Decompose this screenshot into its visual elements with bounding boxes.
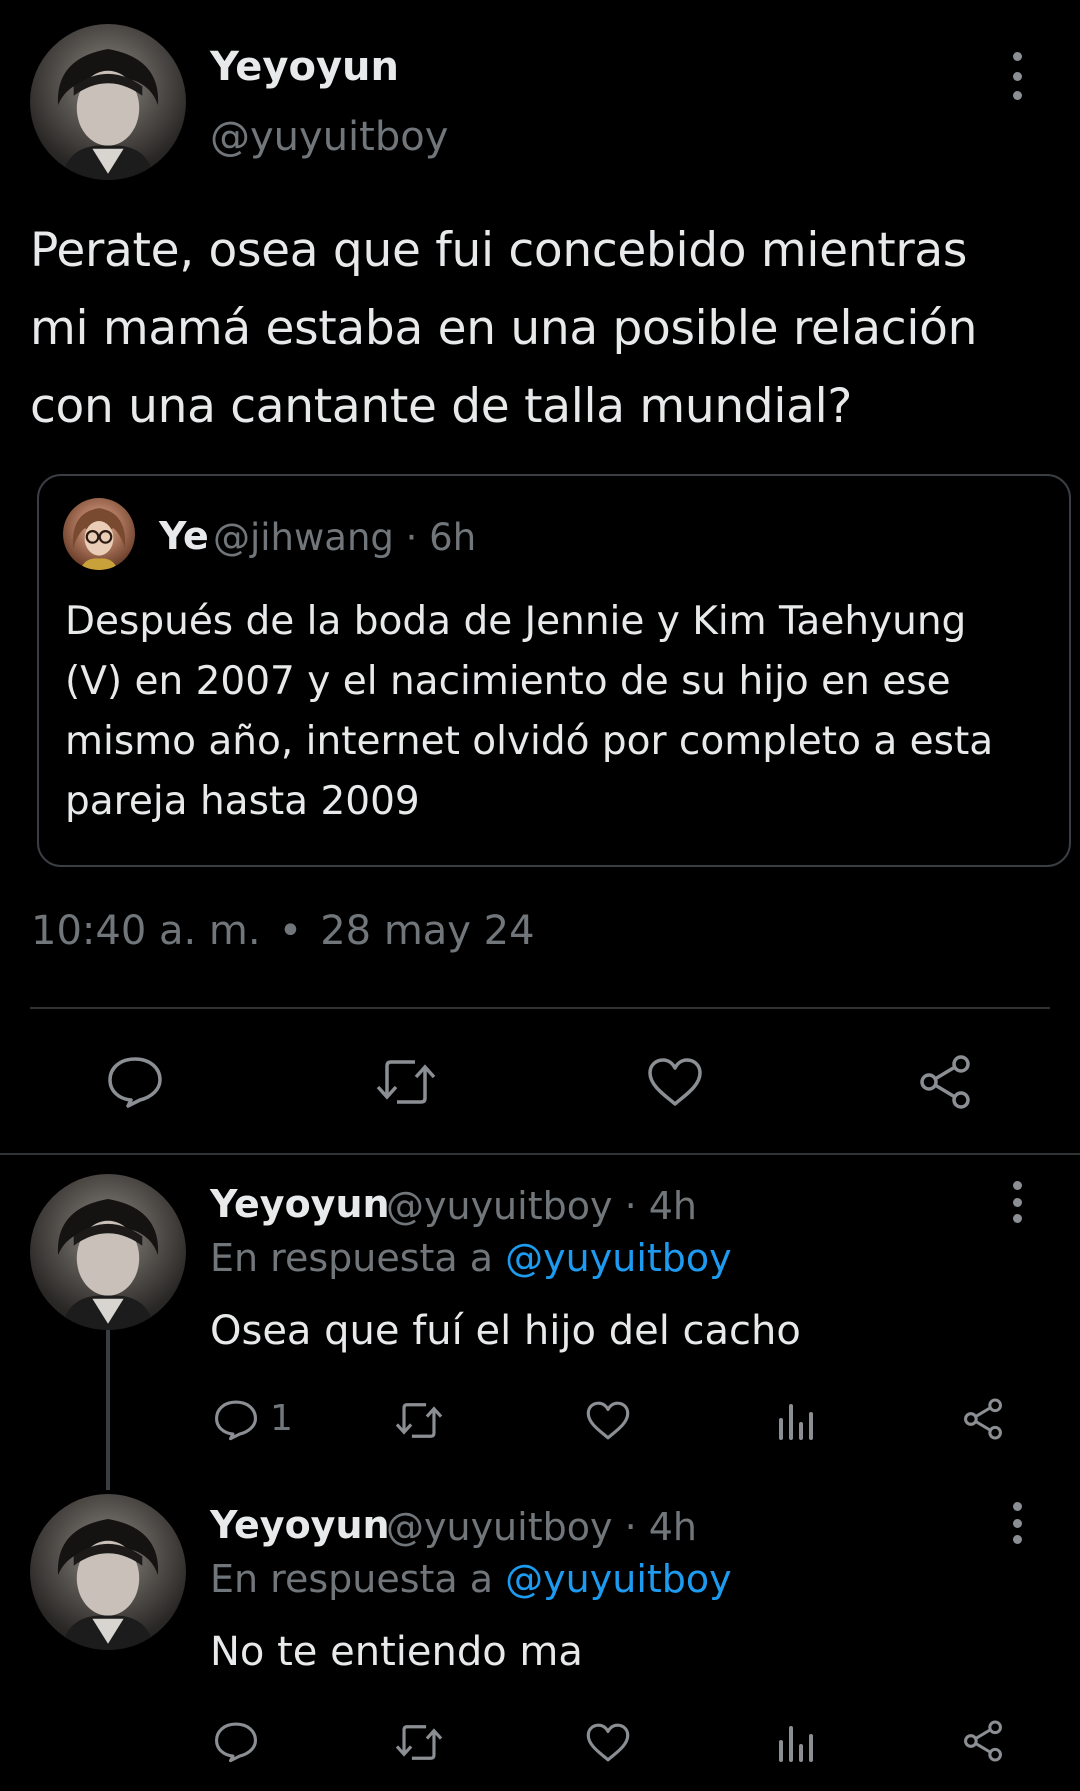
retweet-icon[interactable] bbox=[392, 1398, 446, 1442]
thread-line bbox=[106, 1330, 110, 1490]
reply-author-meta: @yuyuitboy · 4h bbox=[386, 1184, 697, 1228]
views-icon[interactable] bbox=[774, 1720, 818, 1764]
more-icon[interactable] bbox=[1005, 1502, 1029, 1544]
quoted-text-line: pareja hasta 2009 bbox=[65, 779, 420, 824]
reply-mention-link[interactable]: @yuyuitboy bbox=[505, 1236, 731, 1280]
reply-author-name[interactable]: Yeyoyun bbox=[210, 1182, 390, 1226]
author-avatar[interactable] bbox=[30, 24, 186, 180]
reply-text: Osea que fuí el hijo del cacho bbox=[210, 1308, 801, 1354]
quoted-tweet-card[interactable]: Ye @jihwang · 6h Después de la boda de J… bbox=[37, 474, 1071, 867]
quoted-author-meta: @jihwang · 6h bbox=[213, 516, 476, 559]
reply-author-avatar[interactable] bbox=[30, 1494, 186, 1650]
retweet-icon[interactable] bbox=[372, 1054, 440, 1110]
quoted-author-name: Ye bbox=[159, 514, 209, 558]
tweet-text: Perate, osea que fui concebido mientras … bbox=[30, 212, 1050, 446]
reply-icon[interactable] bbox=[104, 1054, 166, 1110]
tweet-text-line: mi mamá estaba en una posible relación bbox=[30, 301, 978, 356]
reply-to-prefix: En respuesta a bbox=[210, 1557, 494, 1601]
more-icon[interactable] bbox=[1005, 1181, 1029, 1223]
quoted-text-line: Después de la boda de Jennie y Kim Taehy… bbox=[65, 599, 967, 644]
reply-to-line: En respuesta a @yuyuitboy bbox=[210, 1557, 732, 1601]
author-handle[interactable]: @yuyuitboy bbox=[210, 114, 448, 160]
retweet-icon[interactable] bbox=[392, 1720, 446, 1764]
author-name[interactable]: Yeyoyun bbox=[210, 44, 399, 90]
more-icon[interactable] bbox=[1005, 52, 1029, 100]
reply-icon[interactable] bbox=[212, 1398, 260, 1442]
quoted-tweet-text: Después de la boda de Jennie y Kim Taehy… bbox=[65, 592, 1055, 832]
reply-to-line: En respuesta a @yuyuitboy bbox=[210, 1236, 732, 1280]
reply-count: 1 bbox=[270, 1398, 293, 1439]
share-icon[interactable] bbox=[960, 1396, 1006, 1442]
views-icon[interactable] bbox=[774, 1398, 818, 1442]
reply-author-name[interactable]: Yeyoyun bbox=[210, 1503, 390, 1547]
reply-age: · 4h bbox=[624, 1505, 697, 1549]
reply-author-handle[interactable]: @yuyuitboy bbox=[386, 1184, 612, 1228]
quoted-text-line: mismo año, internet olvidó por completo … bbox=[65, 719, 994, 764]
tweet-date: 28 may 24 bbox=[320, 908, 535, 954]
tweet-text-line: Perate, osea que fui concebido mientras bbox=[30, 223, 968, 278]
divider bbox=[0, 1153, 1080, 1155]
tweet-timestamp[interactable]: 10:40 a. m. • 28 may 24 bbox=[31, 908, 535, 954]
divider bbox=[30, 1007, 1050, 1009]
reply-icon[interactable] bbox=[212, 1720, 260, 1764]
reply-text: No te entiendo ma bbox=[210, 1629, 583, 1675]
quoted-text-line: (V) en 2007 y el nacimiento de su hijo e… bbox=[65, 659, 951, 704]
tweet-text-line: con una cantante de talla mundial? bbox=[30, 379, 853, 434]
like-icon[interactable] bbox=[584, 1720, 632, 1764]
reply-to-prefix: En respuesta a bbox=[210, 1236, 494, 1280]
reply-author-meta: @yuyuitboy · 4h bbox=[386, 1505, 697, 1549]
quoted-author-avatar bbox=[63, 498, 135, 570]
like-icon[interactable] bbox=[644, 1054, 706, 1110]
reply-age: · 4h bbox=[624, 1184, 697, 1228]
share-icon[interactable] bbox=[960, 1718, 1006, 1764]
quoted-author-handle: @jihwang bbox=[213, 516, 394, 559]
like-icon[interactable] bbox=[584, 1398, 632, 1442]
quoted-tweet-age: · 6h bbox=[405, 516, 477, 559]
share-icon[interactable] bbox=[914, 1052, 976, 1112]
timestamp-separator: • bbox=[278, 908, 303, 954]
reply-author-handle[interactable]: @yuyuitboy bbox=[386, 1505, 612, 1549]
tweet-time: 10:40 a. m. bbox=[31, 908, 261, 954]
reply-author-avatar[interactable] bbox=[30, 1174, 186, 1330]
reply-mention-link[interactable]: @yuyuitboy bbox=[505, 1557, 731, 1601]
